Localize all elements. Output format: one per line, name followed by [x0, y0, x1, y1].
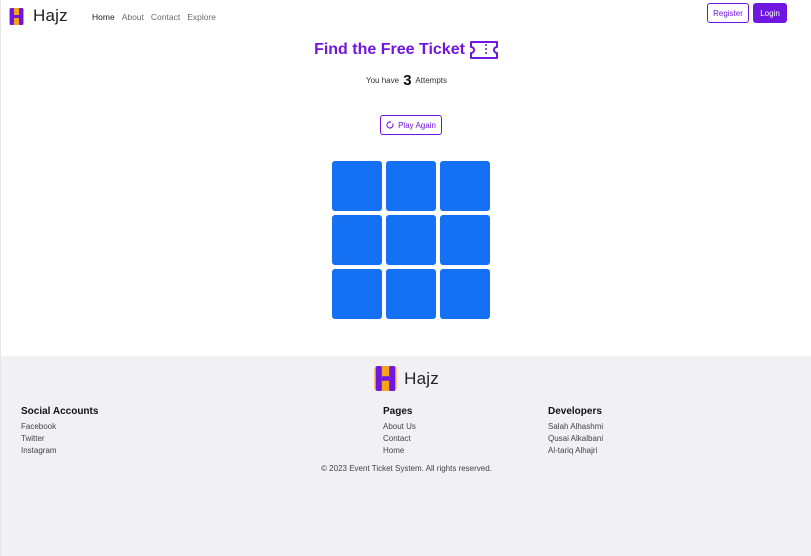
attempts-prefix: You have [365, 76, 400, 85]
footer-social-heading: Social Accounts [21, 406, 99, 417]
footer-link-twitter[interactable]: Twitter [21, 433, 98, 445]
ticket-tile-1[interactable] [332, 161, 382, 211]
ticket-tile-6[interactable] [440, 215, 490, 265]
ticket-tile-3[interactable] [440, 161, 490, 211]
footer-social-column: Social Accounts Facebook Twitter Instagr… [21, 406, 98, 457]
login-button[interactable]: Login [753, 3, 787, 23]
play-again-button[interactable]: Play Again [380, 115, 442, 135]
nav-links: Home About Contact Explore [92, 12, 223, 22]
attempts-suffix: Attempts [415, 76, 447, 85]
ticket-tile-8[interactable] [386, 269, 436, 319]
nav-link-contact[interactable]: Contact [151, 12, 180, 22]
developer-name: Qusai Alkalbani [548, 434, 604, 443]
ticket-tile-5[interactable] [386, 215, 436, 265]
ticket-tile-4[interactable] [332, 215, 382, 265]
footer-link-instagram[interactable]: Instagram [21, 445, 98, 457]
footer-link-about-us[interactable]: About Us [383, 421, 416, 433]
play-again-label: Play Again [398, 120, 436, 130]
copyright-text: © 2023 Event Ticket System. All rights r… [321, 464, 492, 473]
nav-link-about[interactable]: About [122, 12, 144, 22]
brand[interactable]: Hajz [9, 6, 68, 26]
hajz-logo-icon [9, 7, 24, 25]
footer-developers-column: Developers Salah Alhashmi Qusai Alkalban… [548, 406, 603, 457]
footer-developers-heading: Developers [548, 406, 602, 417]
footer-link-facebook[interactable]: Facebook [21, 421, 98, 433]
footer-link-contact[interactable]: Contact [383, 433, 416, 445]
footer-brand: Hajz [1, 366, 811, 391]
ticket-icon [469, 41, 498, 59]
hajz-logo-icon [374, 366, 397, 391]
attempts-count: 3 [403, 72, 412, 89]
register-button[interactable]: Register [707, 3, 749, 23]
footer-link-home[interactable]: Home [383, 445, 416, 457]
attempts-text: You have 3 Attempts [1, 72, 811, 89]
game-title-text: Find the Free Ticket [314, 41, 465, 58]
footer-pages-heading: Pages [383, 406, 413, 417]
ticket-tile-7[interactable] [332, 269, 382, 319]
ticket-grid [332, 161, 490, 319]
footer: Hajz Social Accounts Facebook Twitter In… [1, 356, 811, 556]
refresh-icon [386, 121, 394, 129]
navbar: Hajz Home About Contact Explore Register… [1, 0, 811, 34]
developer-name: Al-tariq Alhajri [548, 446, 598, 455]
ticket-tile-2[interactable] [386, 161, 436, 211]
footer-pages-column: Pages About Us Contact Home [383, 406, 416, 457]
developer-name: Salah Alhashmi [548, 422, 604, 431]
ticket-tile-9[interactable] [440, 269, 490, 319]
brand-name: Hajz [33, 6, 68, 25]
nav-link-explore[interactable]: Explore [187, 12, 216, 22]
game-title: Find the Free Ticket [1, 40, 811, 60]
nav-link-home[interactable]: Home [92, 12, 115, 22]
footer-brand-name: Hajz [404, 368, 439, 388]
